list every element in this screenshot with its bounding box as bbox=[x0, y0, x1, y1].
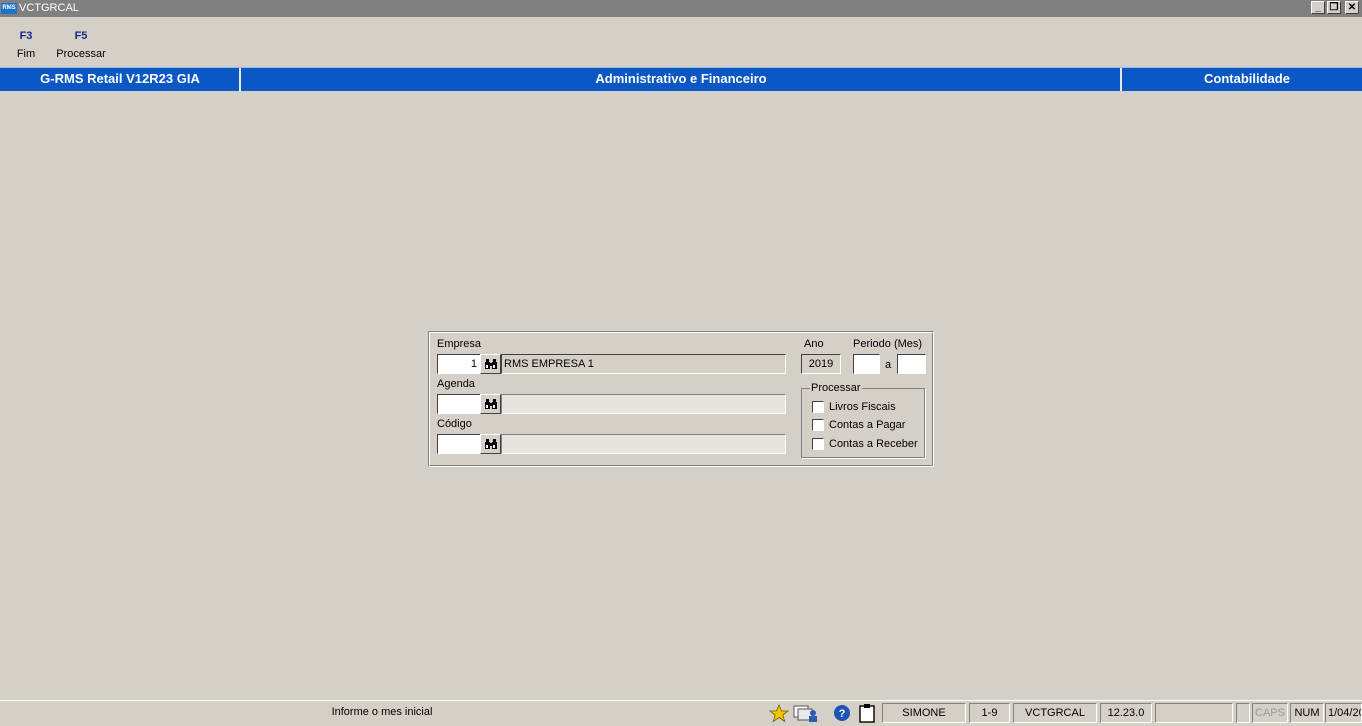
codigo-lookup-button[interactable] bbox=[480, 434, 501, 454]
checkbox-box[interactable] bbox=[812, 401, 824, 413]
clipboard-icon bbox=[859, 704, 875, 723]
periodo-label: Periodo (Mes) bbox=[853, 338, 923, 350]
fkey-key: F3 bbox=[19, 30, 33, 42]
binoculars-icon bbox=[485, 439, 497, 449]
app-logo-icon: RMS bbox=[1, 3, 17, 14]
binoculars-icon bbox=[485, 399, 497, 409]
status-date: 1/04/202 bbox=[1325, 703, 1362, 723]
star-icon bbox=[768, 703, 790, 723]
agenda-lookup-button[interactable] bbox=[480, 394, 501, 414]
svg-text:?: ? bbox=[839, 708, 846, 720]
ano-label: Ano bbox=[804, 338, 824, 350]
status-num: NUM bbox=[1290, 703, 1324, 723]
status-bar: Informe o mes inicial ? SIMONE 1-9 VCTGR… bbox=[0, 700, 1362, 724]
fkey-key: F5 bbox=[74, 30, 88, 42]
binoculars-icon bbox=[485, 359, 497, 369]
app-version-label: G-RMS Retail V12R23 GIA bbox=[40, 71, 200, 86]
checkbox-box[interactable] bbox=[812, 419, 824, 431]
status-message: Informe o mes inicial bbox=[331, 706, 433, 718]
agenda-code-input[interactable] bbox=[437, 394, 481, 414]
empresa-label: Empresa bbox=[437, 338, 482, 350]
status-user: SIMONE bbox=[882, 703, 966, 723]
processar-legend: Processar bbox=[810, 382, 862, 394]
status-version: 12.23.0 bbox=[1100, 703, 1152, 723]
window-title: VCTGRCAL bbox=[19, 2, 79, 14]
area-label: Contabilidade bbox=[1204, 71, 1290, 86]
module-label: Administrativo e Financeiro bbox=[595, 71, 767, 86]
agenda-label: Agenda bbox=[437, 378, 475, 390]
favorites-button[interactable] bbox=[768, 703, 790, 723]
status-range: 1-9 bbox=[969, 703, 1010, 723]
status-extra bbox=[1155, 703, 1233, 723]
checkbox-box[interactable] bbox=[812, 438, 824, 450]
fkey-f5-processar[interactable]: F5 Processar bbox=[54, 28, 108, 62]
help-button[interactable]: ? bbox=[831, 703, 853, 723]
status-blank bbox=[1236, 703, 1250, 723]
periodo-to-input[interactable] bbox=[897, 354, 926, 374]
form-panel: Empresa 1 RMS EMPRESA 1 Agenda Código An… bbox=[428, 331, 934, 467]
codigo-code-input[interactable] bbox=[437, 434, 481, 454]
periodo-from-input[interactable] bbox=[853, 354, 880, 374]
checkbox-label: Livros Fiscais bbox=[829, 401, 896, 413]
minimize-button[interactable]: _ bbox=[1311, 1, 1325, 14]
fkey-label: Fim bbox=[16, 48, 36, 60]
codigo-label: Código bbox=[437, 418, 472, 430]
title-bar: RMS VCTGRCAL _ ❐ ✕ bbox=[0, 0, 1362, 17]
status-program: VCTGRCAL bbox=[1013, 703, 1097, 723]
processar-group: Processar Livros Fiscais Contas a Pagar … bbox=[801, 382, 925, 458]
empresa-lookup-button[interactable] bbox=[480, 354, 501, 374]
fkey-f3-fim[interactable]: F3 Fim bbox=[14, 28, 38, 62]
module-header-bar: G-RMS Retail V12R23 GIA Administrativo e… bbox=[0, 67, 1362, 91]
ano-field: 2019 bbox=[801, 354, 841, 374]
status-caps: CAPS bbox=[1252, 703, 1288, 723]
fkey-label: Processar bbox=[56, 48, 106, 60]
windows-button[interactable] bbox=[792, 703, 820, 723]
restore-button[interactable]: ❐ bbox=[1327, 1, 1341, 14]
checkbox-label: Contas a Pagar bbox=[829, 419, 906, 431]
windows-user-icon bbox=[793, 705, 817, 722]
checkbox-label: Contas a Receber bbox=[829, 438, 918, 450]
empresa-code-input[interactable]: 1 bbox=[437, 354, 481, 374]
agenda-name-field bbox=[501, 394, 786, 414]
clipboard-button[interactable] bbox=[856, 703, 878, 723]
close-button[interactable]: ✕ bbox=[1345, 1, 1359, 14]
codigo-name-field bbox=[501, 434, 786, 454]
periodo-separator: a bbox=[885, 359, 892, 371]
help-icon: ? bbox=[834, 705, 850, 721]
empresa-name-field: RMS EMPRESA 1 bbox=[501, 354, 786, 374]
